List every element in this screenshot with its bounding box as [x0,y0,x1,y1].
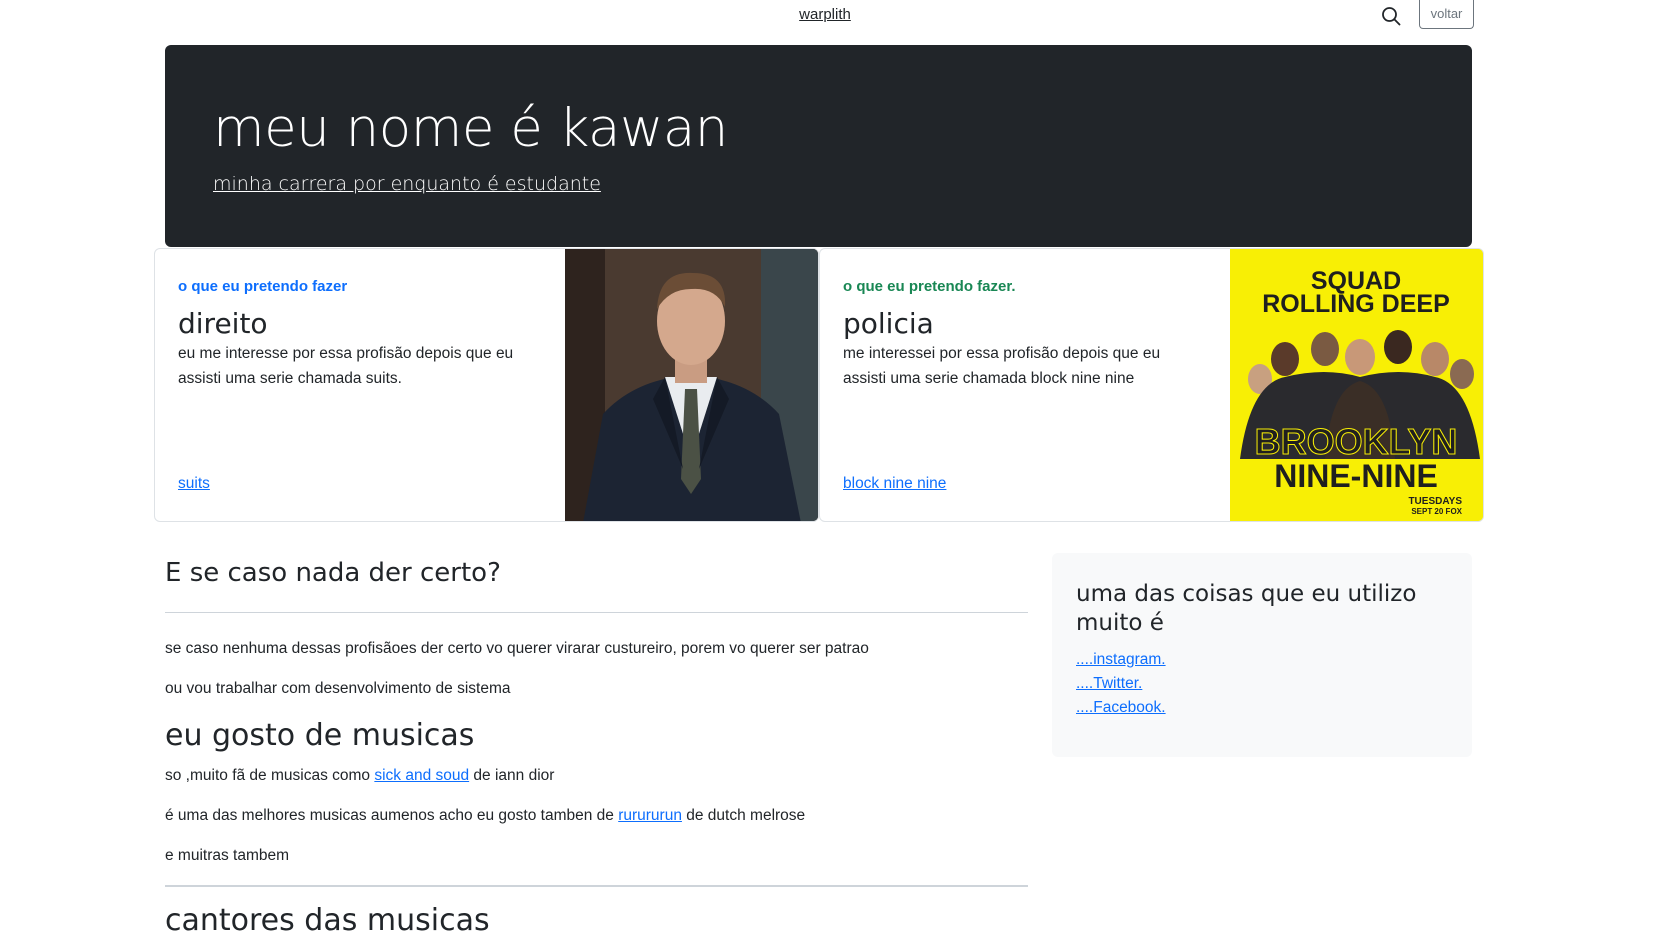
brooklyn-nine-nine-poster: SQUAD ROLLING DEEP BROOKLYN NINE-NINE TU… [1230,249,1483,521]
divider [165,885,1028,887]
poster-date-line1: TUESDAYS [1408,496,1462,507]
sidebar-social: uma das coisas que eu utilizo muito é ..… [1052,553,1472,757]
card-kicker: o que eu pretendo fazer. [843,278,1016,295]
paragraph-music-2: é uma das melhores musicas aumenos acho … [165,807,805,825]
back-button[interactable]: voltar [1419,0,1474,29]
music-text: de iann dior [469,767,555,784]
paragraph-music-1: so ,muito fã de musicas como sick and so… [165,767,554,785]
card-title: policia [843,307,934,340]
paragraph-music-3: e muitras tambem [165,847,290,864]
song-link-sick-and-soud[interactable]: sick and soud [374,767,469,784]
card-kicker: o que eu pretendo fazer [178,278,348,295]
song-link-rurururun[interactable]: rurururun [618,807,682,824]
search-icon[interactable] [1380,5,1402,27]
list-item: ....Facebook. [1076,696,1166,720]
card-description: me interessei por essa profisão depois q… [843,345,1161,387]
divider [165,612,1028,613]
instagram-link[interactable]: ....instagram. [1076,651,1166,668]
suits-actor-photo [565,249,818,521]
card-policia: o que eu pretendo fazer. policia me inte… [819,248,1484,522]
poster-bottom-line2: NINE-NINE [1274,458,1438,494]
card-description: eu me interesse por essa profisão depois… [178,345,514,387]
brand-link[interactable]: warplith [760,6,890,23]
hero-banner: meu nome é kawan minha carrera por enqua… [165,45,1472,247]
music-text: so ,muito fã de musicas como [165,767,375,784]
hero-title: meu nome é kawan [213,98,728,159]
heading-fail: E se caso nada der certo? [165,558,501,588]
hero-subtitle-link[interactable]: minha carrera por enquanto é estudante [213,173,601,195]
twitter-link[interactable]: ....Twitter. [1076,675,1142,692]
paragraph-plan-b: se caso nenhuma dessas profisãoes der ce… [165,640,869,657]
heading-music: eu gosto de musicas [165,718,475,753]
poster-bottom-line1: BROOKLYN [1255,421,1458,462]
card-title: direito [178,307,268,340]
poster-top-line2: ROLLING DEEP [1262,290,1450,318]
card-link-b99[interactable]: block nine nine [843,475,946,493]
paragraph-dev: ou vou trabalhar com desenvolvimento de … [165,680,511,697]
card-link-suits[interactable]: suits [178,475,210,493]
heading-singers: cantores das musicas [165,903,490,938]
list-item: ....instagram. [1076,648,1166,672]
top-navbar: warplith voltar [0,0,1657,30]
poster-date-line2: SEPT 20 FOX [1411,507,1462,516]
music-text: é uma das melhores musicas aumenos acho … [165,807,619,824]
music-text: de dutch melrose [681,807,806,824]
social-links-list: ....instagram. ....Twitter. ....Facebook… [1076,648,1166,720]
sidebar-title: uma das coisas que eu utilizo muito é [1076,581,1417,636]
card-direito: o que eu pretendo fazer direito eu me in… [154,248,819,522]
list-item: ....Twitter. [1076,672,1166,696]
facebook-link[interactable]: ....Facebook. [1076,699,1166,716]
